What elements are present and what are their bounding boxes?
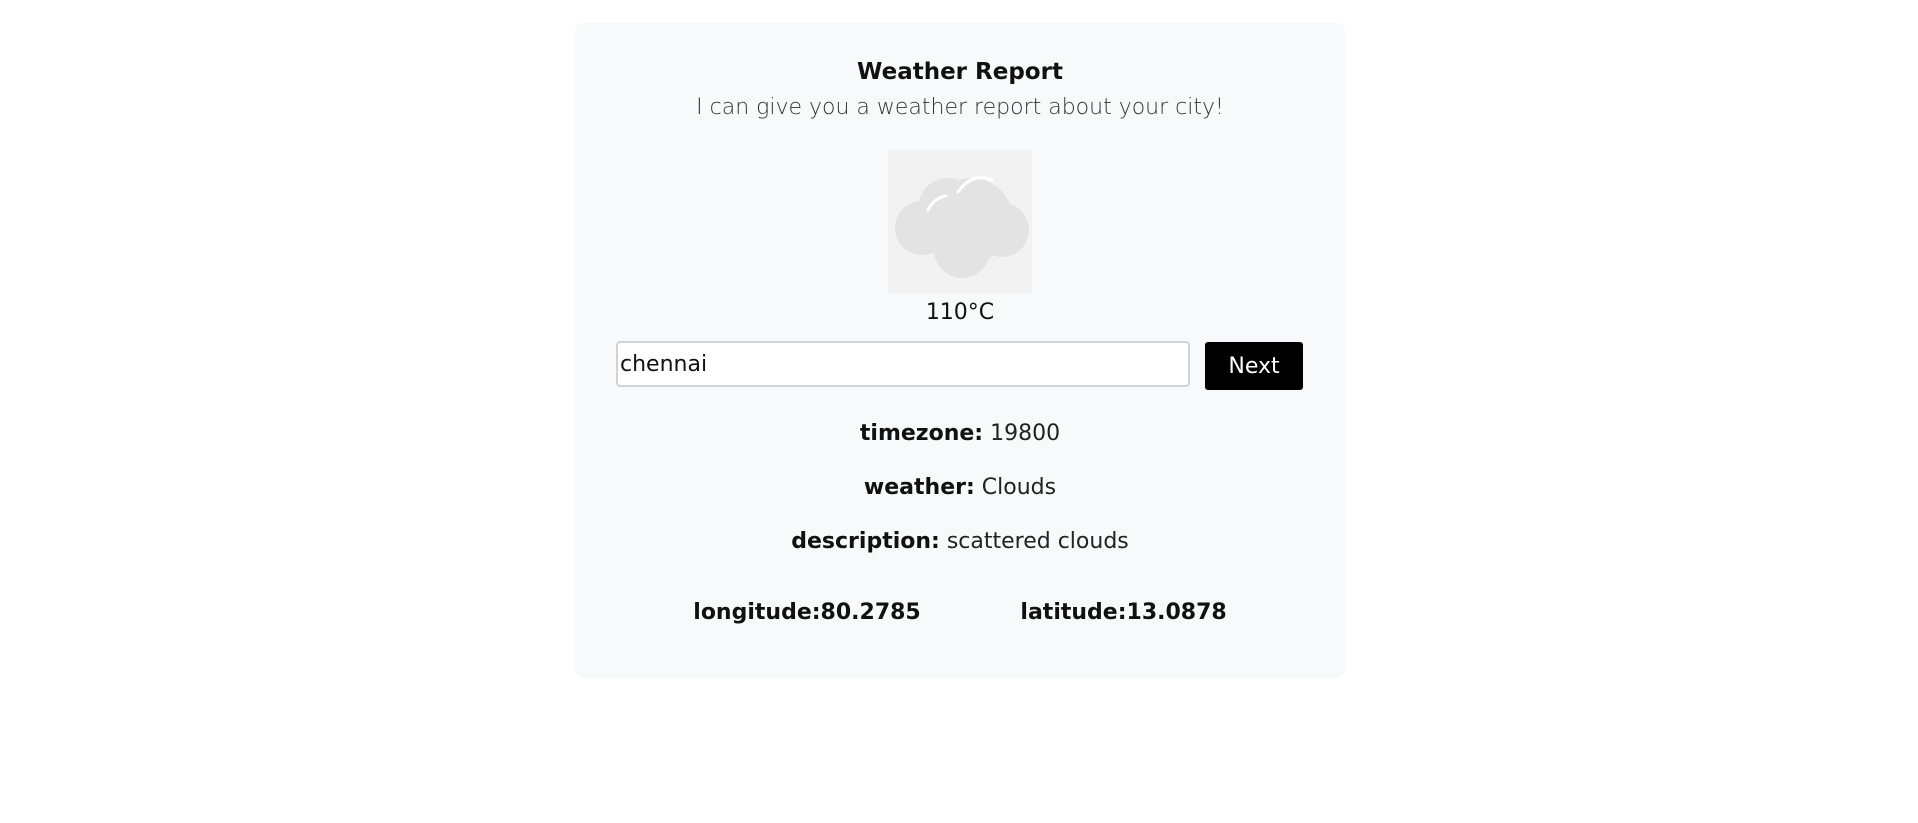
page-subtitle: I can give you a weather report about yo… <box>696 95 1224 120</box>
latitude-value: latitude:13.0878 <box>1020 600 1227 625</box>
description-row: description: scattered clouds <box>575 529 1345 554</box>
next-button[interactable]: Next <box>1205 342 1303 390</box>
description-label: description: <box>791 529 940 554</box>
weather-row: weather: Clouds <box>575 475 1345 500</box>
page-title: Weather Report <box>857 59 1063 85</box>
weather-icon-box <box>888 150 1032 294</box>
timezone-row: timezone: 19800 <box>575 421 1345 446</box>
longitude-value: longitude:80.2785 <box>693 600 921 625</box>
weather-value: Clouds <box>981 475 1057 500</box>
timezone-value: 19800 <box>990 421 1061 446</box>
temperature-value: 110°C <box>925 300 995 325</box>
weather-card: Weather Report I can give you a weather … <box>575 23 1345 678</box>
city-input[interactable] <box>616 341 1190 387</box>
description-value: scattered clouds <box>946 529 1129 554</box>
coordinates-row: longitude:80.2785 latitude:13.0878 <box>575 600 1345 625</box>
cloud-icon <box>895 176 1029 278</box>
weather-label: weather: <box>863 475 975 500</box>
timezone-label: timezone: <box>859 421 984 446</box>
